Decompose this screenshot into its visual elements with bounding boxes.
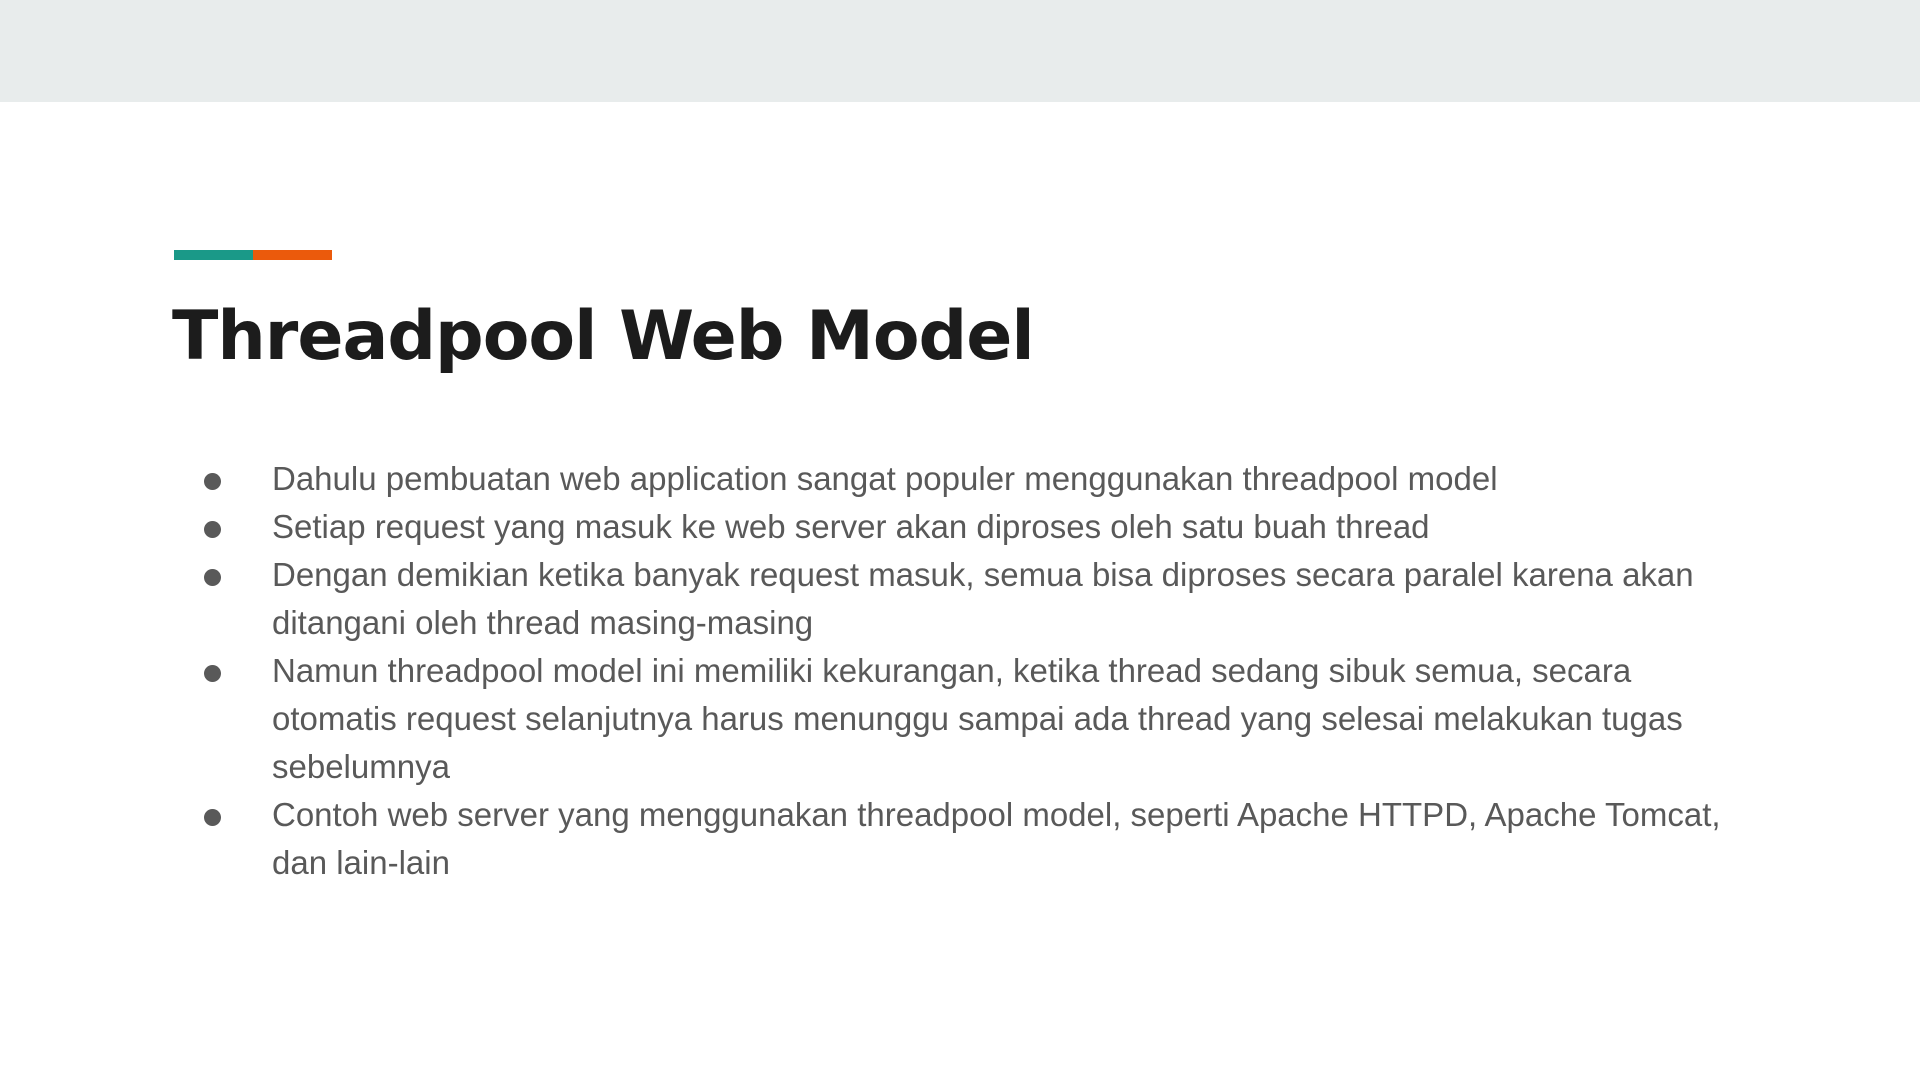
bullet-text: Dengan demikian ketika banyak request ma… (272, 556, 1694, 641)
slide-title: Threadpool Web Model (172, 297, 1035, 376)
bullet-item: Setiap request yang masuk ke web server … (200, 503, 1760, 551)
bullet-dot-icon (204, 569, 221, 586)
accent-orange-segment (253, 250, 332, 260)
bullet-list: Dahulu pembuatan web application sangat … (200, 455, 1760, 887)
title-accent-bar (174, 250, 332, 260)
top-band (0, 0, 1920, 102)
bullet-item: Dahulu pembuatan web application sangat … (200, 455, 1760, 503)
bullet-dot-icon (204, 809, 221, 826)
bullet-text: Dahulu pembuatan web application sangat … (272, 460, 1498, 497)
bullet-dot-icon (204, 521, 221, 538)
bullet-text: Contoh web server yang menggunakan threa… (272, 796, 1721, 881)
bullet-item: Contoh web server yang menggunakan threa… (200, 791, 1760, 887)
bullet-dot-icon (204, 665, 221, 682)
bullet-dot-icon (204, 473, 221, 490)
accent-teal-segment (174, 250, 253, 260)
bullet-text: Setiap request yang masuk ke web server … (272, 508, 1430, 545)
bullet-text: Namun threadpool model ini memiliki keku… (272, 652, 1683, 785)
bullet-item: Namun threadpool model ini memiliki keku… (200, 647, 1760, 791)
bullet-item: Dengan demikian ketika banyak request ma… (200, 551, 1760, 647)
slide: Threadpool Web Model Dahulu pembuatan we… (0, 0, 1920, 1080)
